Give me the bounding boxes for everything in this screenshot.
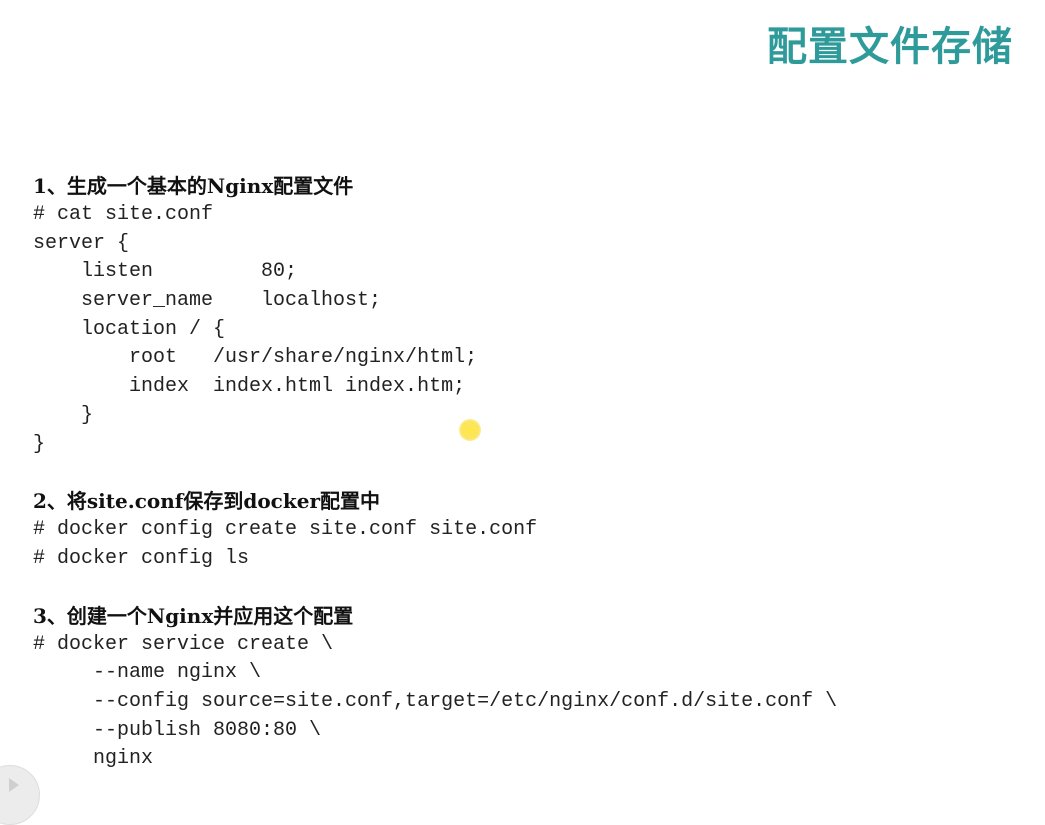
section-heading-3: 3、创建一个Nginx并应用这个配置 xyxy=(33,603,354,628)
code-line: # docker config ls xyxy=(33,546,250,570)
code-line: --name nginx \ xyxy=(33,661,262,685)
slide-title: 配置文件存储 xyxy=(767,24,1013,70)
section-heading-2: 2、将site.conf保存到docker配置中 xyxy=(33,489,380,514)
section-heading-1: 1、生成一个基本的Nginx配置文件 xyxy=(33,174,354,198)
code-line: } xyxy=(33,432,46,456)
code-line: } xyxy=(33,403,94,427)
code-line: # docker service create \ xyxy=(33,632,334,656)
slide: 配置文件存储 1、生成一个基本的Nginx配置文件 # cat site.con… xyxy=(0,0,1045,825)
slide-content: 1、生成一个基本的Nginx配置文件 # cat site.conf serve… xyxy=(33,172,1023,774)
code-line: --publish 8080:80 \ xyxy=(33,718,322,742)
code-line: location / { xyxy=(33,317,226,341)
code-line: # cat site.conf xyxy=(33,203,214,226)
code-line: root /usr/share/nginx/html; xyxy=(33,346,478,370)
code-line: # docker config create site.conf site.co… xyxy=(33,518,538,542)
code-line: nginx xyxy=(33,747,154,771)
code-line: --config source=site.conf,target=/etc/ng… xyxy=(33,689,838,713)
code-line: server { xyxy=(33,231,130,255)
code-line: server_name localhost; xyxy=(33,289,382,313)
code-line: listen 80; xyxy=(33,260,298,284)
cursor-highlight-icon xyxy=(459,419,481,441)
code-line: index index.html index.htm; xyxy=(33,375,466,399)
